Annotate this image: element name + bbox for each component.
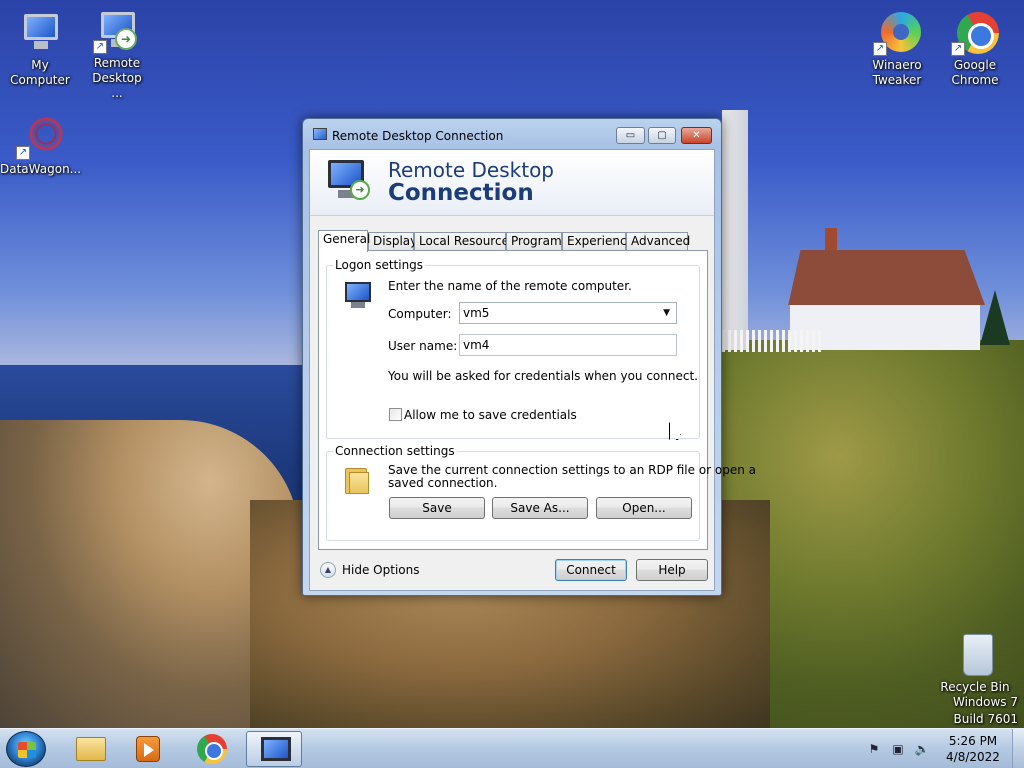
folder-icon: [76, 737, 106, 761]
logon-settings-label: Logon settings: [333, 258, 426, 272]
volume-icon[interactable]: 🔈: [914, 741, 930, 757]
general-tab-panel: Logon settings Enter the name of the rem…: [318, 250, 756, 550]
desktop-icon-winaero-tweaker[interactable]: ↗ Winaero Tweaker: [857, 8, 937, 88]
save-as-button[interactable]: Save As...: [492, 497, 588, 519]
action-center-icon[interactable]: ⚑: [866, 741, 882, 757]
dropdown-arrow-icon[interactable]: ▼: [663, 303, 670, 323]
connection-description-line2: saved connection.: [388, 476, 498, 490]
save-credentials-label[interactable]: Allow me to save credentials: [404, 408, 577, 422]
desktop-icon-label: My Computer: [10, 58, 70, 87]
remote-desktop-icon: [261, 737, 291, 761]
clock-time: 5:26 PM: [948, 734, 998, 748]
connection-description-line1: Save the current connection settings to …: [388, 463, 757, 477]
windows-build-watermark: Build 7601: [953, 712, 1018, 726]
desktop-icon-label: Recycle Bin: [940, 680, 1010, 694]
hide-options-label: Hide Options: [342, 563, 420, 577]
save-button[interactable]: Save: [389, 497, 485, 519]
shortcut-arrow-icon: ↗: [93, 40, 107, 54]
taskbar-google-chrome[interactable]: [184, 731, 240, 767]
computer-value: vm5: [463, 306, 490, 320]
winaero-tweaker-icon: ↗: [873, 8, 921, 56]
save-credentials-checkbox[interactable]: [389, 408, 402, 421]
desktop-icon-recycle-bin[interactable]: Recycle Bin: [935, 632, 1015, 695]
shortcut-arrow-icon: ↗: [951, 42, 965, 56]
remote-desktop-window: Remote Desktop Connection ▭ ▢ ✕ ➜ Remote…: [302, 118, 756, 596]
desktop-icon-label: DataWagon...: [0, 162, 82, 176]
remote-desktop-icon: ➜ ↗: [93, 6, 141, 54]
taskbar-media-player[interactable]: [120, 731, 176, 767]
desktop-icon-label: Chrome: [951, 73, 999, 87]
chevron-up-icon: ▲: [320, 562, 336, 578]
desktop-icon-label: Remote Desktop ...: [92, 56, 142, 100]
desktop-icon-label: Winaero: [872, 58, 922, 72]
computer-label: Computer:: [388, 307, 452, 321]
recycle-bin-icon: [951, 632, 999, 678]
tab-general[interactable]: General: [318, 230, 370, 252]
desktop-icon-remote-desktop[interactable]: ➜ ↗ Remote Desktop ...: [76, 6, 158, 101]
wallpaper-lighthouse: [722, 110, 748, 350]
show-desktop-button[interactable]: [1012, 729, 1024, 768]
datawagon-icon: ↗: [16, 112, 66, 160]
tab-advanced[interactable]: Advanced: [626, 232, 690, 251]
dialog-banner: ➜ Remote Desktop Connection: [310, 150, 714, 216]
connect-button[interactable]: Connect: [555, 559, 627, 581]
banner-title-line2: Connection: [388, 180, 534, 206]
chrome-icon: [197, 734, 227, 764]
maximize-button[interactable]: ▢: [648, 127, 676, 144]
tab-display[interactable]: Display: [368, 232, 417, 251]
connection-settings-label: Connection settings: [333, 444, 457, 458]
computer-icon: [343, 280, 375, 310]
computer-icon: [16, 8, 64, 56]
windows-version-watermark: Windows 7: [952, 695, 1018, 709]
desktop-icon-label: Tweaker: [872, 73, 922, 87]
banner-title-line1: Remote Desktop: [388, 158, 555, 182]
chrome-icon: ↗: [951, 8, 999, 56]
start-button[interactable]: [6, 731, 46, 767]
window-title: Remote Desktop Connection: [332, 129, 504, 143]
connection-settings-group: Connection settings Save the current con…: [326, 444, 756, 541]
remote-desktop-logo-icon: ➜: [326, 158, 374, 206]
taskbar: ⚑ ▣ 🔈 5:26 PM 4/8/2022: [0, 728, 1024, 768]
tab-programs[interactable]: Programs: [506, 232, 568, 251]
taskbar-windows-explorer[interactable]: [62, 731, 118, 767]
folder-icon: [343, 466, 373, 496]
desktop-icon-my-computer[interactable]: My Computer: [0, 8, 80, 88]
logon-instruction: Enter the name of the remote computer.: [388, 279, 632, 293]
open-button[interactable]: Open...: [596, 497, 692, 519]
media-player-icon: [136, 736, 160, 762]
taskbar-remote-desktop[interactable]: [246, 731, 302, 767]
username-field[interactable]: vm4: [459, 334, 677, 356]
credentials-note: You will be asked for credentials when y…: [388, 369, 698, 383]
computer-combobox[interactable]: vm5 ▼: [459, 302, 677, 324]
clock-date: 4/8/2022: [946, 750, 1000, 764]
network-icon[interactable]: ▣: [890, 741, 906, 757]
logon-settings-group: Logon settings Enter the name of the rem…: [326, 258, 700, 439]
username-label: User name:: [388, 339, 458, 353]
windows-logo-icon: [18, 742, 36, 758]
tab-experience[interactable]: Experience: [562, 232, 634, 251]
help-button[interactable]: Help: [636, 559, 708, 581]
tab-local-resources[interactable]: Local Resources: [414, 232, 515, 251]
window-titlebar[interactable]: Remote Desktop Connection ▭ ▢ ✕: [303, 119, 721, 149]
minimize-button[interactable]: ▭: [616, 127, 645, 144]
wallpaper-fence: [722, 330, 822, 352]
desktop-icon-label: Google: [953, 58, 997, 72]
shortcut-arrow-icon: ↗: [873, 42, 887, 56]
system-clock[interactable]: 5:26 PM 4/8/2022: [940, 733, 1006, 765]
window-client-area: ➜ Remote Desktop Connection General Disp…: [309, 149, 756, 591]
desktop-icon-google-chrome[interactable]: ↗ Google Chrome: [935, 8, 1015, 88]
remote-desktop-icon: [313, 128, 327, 140]
shortcut-arrow-icon: ↗: [16, 146, 30, 160]
close-button[interactable]: ✕: [681, 127, 712, 144]
desktop-icon-datawagon[interactable]: ↗ DataWagon...: [0, 112, 82, 177]
